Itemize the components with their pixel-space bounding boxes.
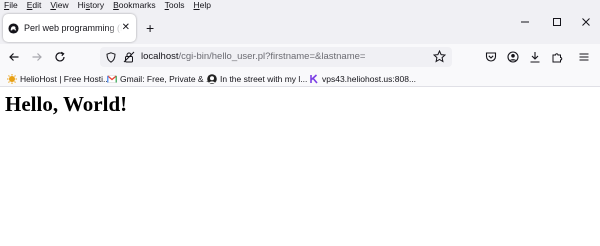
bookmark-label: HelioHost | Free Hosti... (20, 73, 111, 84)
new-tab-button[interactable]: + (146, 21, 154, 35)
tab-active[interactable]: Perl web programming (Perl scripts) ✕ (3, 14, 136, 42)
pocket-button[interactable] (483, 49, 499, 65)
bookmark-vps43[interactable]: vps43.heliohost.us:808... (309, 72, 416, 85)
menu-file[interactable]: File (4, 0, 18, 11)
tab-strip: Perl web programming (Perl scripts) ✕ + (0, 11, 600, 44)
page-heading: Hello, World! (5, 92, 128, 116)
menu-help[interactable]: Help (193, 0, 210, 11)
minimize-button[interactable] (515, 15, 535, 29)
menu-edit[interactable]: Edit (27, 0, 42, 11)
tab-title: Perl web programming (Perl scripts) (24, 23, 122, 33)
page-content: Hello, World! (0, 88, 600, 246)
bookmark-label: Gmail: Free, Private & ... (120, 73, 214, 84)
menu-bar: File Edit View History Bookmarks Tools H… (0, 0, 600, 11)
url-bar[interactable]: localhost/cgi-bin/hello_user.pl?firstnam… (100, 47, 452, 67)
close-window-button[interactable] (576, 15, 596, 29)
perl-camel-icon (8, 22, 19, 34)
close-icon (582, 18, 590, 26)
back-button[interactable] (6, 49, 22, 65)
back-arrow-icon (9, 53, 19, 61)
hamburger-menu-icon (579, 53, 589, 61)
app-menu-button[interactable] (576, 49, 592, 65)
menu-history[interactable]: History (78, 0, 104, 11)
page-info-icon[interactable] (123, 51, 135, 63)
reload-icon (55, 51, 65, 62)
bookmark-label: vps43.heliohost.us:808... (322, 73, 417, 84)
forward-button[interactable] (29, 49, 45, 65)
download-icon (530, 52, 540, 63)
bookmark-in-the-street[interactable]: In the street with my l... (207, 72, 307, 85)
forward-arrow-icon (32, 53, 42, 61)
maximize-icon (553, 18, 561, 26)
bookmark-heliohost[interactable]: HelioHost | Free Hosti... (7, 72, 110, 85)
bookmarks-toolbar: HelioHost | Free Hosti... Gmail: Free, P… (0, 70, 600, 87)
bookmark-star-icon[interactable] (433, 50, 446, 63)
menu-bookmarks[interactable]: Bookmarks (113, 0, 156, 11)
puzzle-extensions-icon (552, 53, 563, 63)
navigation-toolbar: localhost/cgi-bin/hello_user.pl?firstnam… (0, 44, 600, 70)
menu-view[interactable]: View (50, 0, 68, 11)
pocket-icon (485, 52, 497, 62)
menu-tools[interactable]: Tools (165, 0, 185, 11)
k-logo-icon (310, 73, 318, 84)
heliohost-icon (7, 73, 17, 84)
account-button[interactable] (505, 49, 521, 65)
profile-head-icon (207, 73, 217, 84)
downloads-button[interactable] (527, 49, 543, 65)
account-icon (507, 51, 519, 63)
extensions-button[interactable] (549, 49, 565, 65)
tracking-shield-icon[interactable] (106, 52, 116, 63)
bookmark-label: In the street with my l... (220, 73, 308, 84)
reload-button[interactable] (52, 49, 68, 65)
url-text[interactable]: localhost/cgi-bin/hello_user.pl?firstnam… (141, 51, 365, 63)
gmail-icon (107, 74, 117, 83)
close-tab-icon[interactable]: ✕ (122, 22, 130, 33)
maximize-button[interactable] (547, 15, 567, 29)
minimize-icon (521, 21, 529, 23)
bookmark-gmail[interactable]: Gmail: Free, Private & ... (107, 72, 213, 85)
